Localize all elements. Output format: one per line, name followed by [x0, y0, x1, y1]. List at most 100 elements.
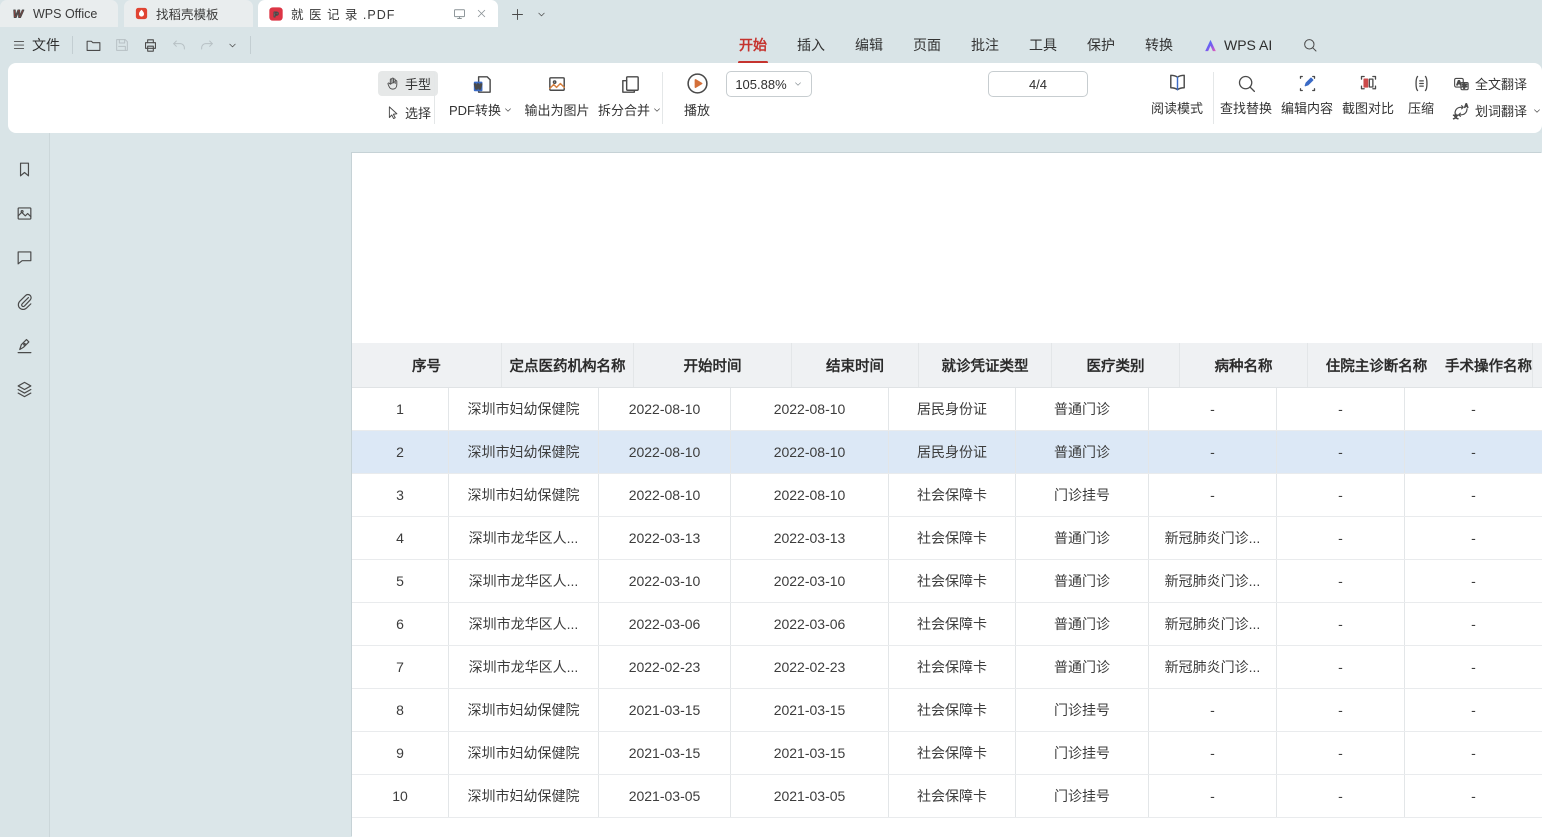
hand-icon: [385, 76, 400, 91]
pdf-convert-button[interactable]: PDF转换: [443, 73, 519, 119]
menu-tab-tools[interactable]: 工具: [1028, 33, 1058, 57]
save-icon[interactable]: [114, 37, 130, 53]
open-file-icon[interactable]: [85, 37, 102, 54]
cell-start-date: 2021-03-05: [599, 775, 731, 817]
split-merge-icon: [619, 73, 642, 96]
cell-end-date: 2022-08-10: [731, 388, 889, 430]
table-header-cell: 序号: [352, 343, 502, 387]
redo-icon[interactable]: [199, 37, 215, 53]
table-header-cell: 住院主诊断名称: [1308, 343, 1445, 387]
attachments-panel-icon[interactable]: [13, 289, 37, 313]
select-tool-button[interactable]: 选择: [378, 100, 438, 125]
word-translate-button[interactable]: 划词翻译: [1452, 101, 1542, 120]
print-icon[interactable]: [142, 37, 159, 54]
new-tab-button[interactable]: [506, 3, 528, 25]
window-tab-bar: WPS Office 找稻壳模板 就 医 记 录 .PDF: [0, 0, 1542, 27]
cell-institution: 深圳市妇幼保健院: [449, 474, 599, 516]
tab-list-chevron-icon[interactable]: [530, 3, 552, 25]
cell-diagnosis-name: -: [1277, 775, 1405, 817]
cell-credential-type: 社会保障卡: [889, 775, 1016, 817]
undo-icon[interactable]: [171, 37, 187, 53]
cell-disease-name: -: [1149, 431, 1277, 473]
cell-operation-name: -: [1405, 775, 1542, 817]
bookmarks-panel-icon[interactable]: [13, 157, 37, 181]
tab-docer-templates[interactable]: 找稻壳模板: [124, 0, 253, 27]
cell-index: 4: [352, 517, 449, 559]
thumbnails-panel-icon[interactable]: [13, 201, 37, 225]
more-actions-chevron-icon[interactable]: [227, 40, 238, 51]
navigation-sidebar: [0, 133, 50, 837]
find-replace-button[interactable]: 查找替换: [1215, 73, 1277, 117]
table-header-cell: 就诊凭证类型: [919, 343, 1052, 387]
cell-credential-type: 居民身份证: [889, 431, 1016, 473]
screenshot-compare-button[interactable]: 截图对比: [1337, 73, 1399, 117]
full-translate-button[interactable]: 全文翻译: [1452, 74, 1542, 93]
split-merge-button[interactable]: 拆分合并: [592, 73, 668, 119]
comments-panel-icon[interactable]: [13, 245, 37, 269]
cell-institution: 深圳市龙华区人...: [449, 560, 599, 602]
cell-operation-name: -: [1405, 431, 1542, 473]
cell-diagnosis-name: -: [1277, 689, 1405, 731]
play-slideshow-button[interactable]: 播放: [671, 71, 723, 119]
cell-medical-category: 普通门诊: [1016, 603, 1149, 645]
menu-tab-protect[interactable]: 保护: [1086, 33, 1116, 57]
cell-operation-name: -: [1405, 689, 1542, 731]
edit-content-button[interactable]: 编辑内容: [1276, 73, 1338, 117]
table-row: 1 深圳市妇幼保健院 2022-08-10 2022-08-10 居民身份证 普…: [352, 388, 1542, 431]
cell-institution: 深圳市龙华区人...: [449, 603, 599, 645]
hand-tool-button[interactable]: 手型: [378, 71, 438, 96]
cell-start-date: 2022-03-06: [599, 603, 731, 645]
full-translate-label: 全文翻译: [1475, 74, 1527, 93]
layers-panel-icon[interactable]: [13, 377, 37, 401]
word-translate-label: 划词翻译: [1475, 101, 1527, 120]
compress-button[interactable]: 压缩: [1398, 73, 1444, 117]
cell-operation-name: -: [1405, 560, 1542, 602]
wps-ai-button[interactable]: WPS AI: [1202, 37, 1272, 54]
ribbon-toolbar: 手型 选择 PDF转换 输出为图片 拆分合并 播放 105.88% 4/4: [8, 63, 1542, 133]
cell-medical-category: 普通门诊: [1016, 517, 1149, 559]
tab-document-active[interactable]: 就 医 记 录 .PDF: [258, 0, 498, 27]
cell-institution: 深圳市龙华区人...: [449, 646, 599, 688]
edit-content-label: 编辑内容: [1281, 98, 1333, 117]
read-mode-button[interactable]: 阅读模式: [1146, 71, 1208, 117]
close-tab-icon[interactable]: [475, 7, 488, 20]
cell-index: 9: [352, 732, 449, 774]
pdf-file-icon: [268, 6, 284, 22]
cell-medical-category: 门诊挂号: [1016, 775, 1149, 817]
export-image-label: 输出为图片: [524, 100, 589, 119]
menu-tab-page[interactable]: 页面: [912, 33, 942, 57]
compress-label: 压缩: [1408, 98, 1434, 117]
search-icon[interactable]: [1302, 37, 1318, 53]
page-indicator-input[interactable]: 4/4: [988, 71, 1088, 97]
cell-end-date: 2022-08-10: [731, 431, 889, 473]
signature-panel-icon[interactable]: [13, 333, 37, 357]
file-menu-button[interactable]: 文件: [12, 35, 60, 55]
cell-institution: 深圳市妇幼保健院: [449, 689, 599, 731]
cell-start-date: 2022-08-10: [599, 431, 731, 473]
table-header-row: 序号定点医药机构名称开始时间结束时间就诊凭证类型医疗类别病种名称住院主诊断名称手…: [352, 343, 1542, 388]
menu-tab-annotate[interactable]: 批注: [970, 33, 1000, 57]
zoom-level-input[interactable]: 105.88%: [726, 71, 812, 97]
wps-ai-logo-icon: [1202, 37, 1219, 54]
table-row: 5 深圳市龙华区人... 2022-03-10 2022-03-10 社会保障卡…: [352, 560, 1542, 603]
tab-wps-home-label: WPS Office: [33, 7, 97, 21]
find-replace-icon: [1236, 73, 1257, 94]
menu-tab-insert[interactable]: 插入: [796, 33, 826, 57]
find-replace-label: 查找替换: [1220, 98, 1272, 117]
tab-wps-home[interactable]: WPS Office: [0, 0, 118, 27]
book-icon: [1166, 71, 1189, 94]
enter-workspace-icon[interactable]: [452, 6, 467, 21]
cell-operation-name: -: [1405, 732, 1542, 774]
menu-tab-edit[interactable]: 编辑: [854, 33, 884, 57]
menu-tab-home[interactable]: 开始: [738, 33, 768, 57]
play-label: 播放: [684, 100, 710, 119]
export-image-button[interactable]: 输出为图片: [519, 73, 595, 119]
cell-credential-type: 社会保障卡: [889, 732, 1016, 774]
divider: [250, 36, 251, 54]
cell-index: 6: [352, 603, 449, 645]
cell-institution: 深圳市妇幼保健院: [449, 775, 599, 817]
cell-credential-type: 社会保障卡: [889, 689, 1016, 731]
table-row: 10 深圳市妇幼保健院 2021-03-05 2021-03-05 社会保障卡 …: [352, 775, 1542, 818]
menu-tab-convert[interactable]: 转换: [1144, 33, 1174, 57]
cell-diagnosis-name: -: [1277, 388, 1405, 430]
